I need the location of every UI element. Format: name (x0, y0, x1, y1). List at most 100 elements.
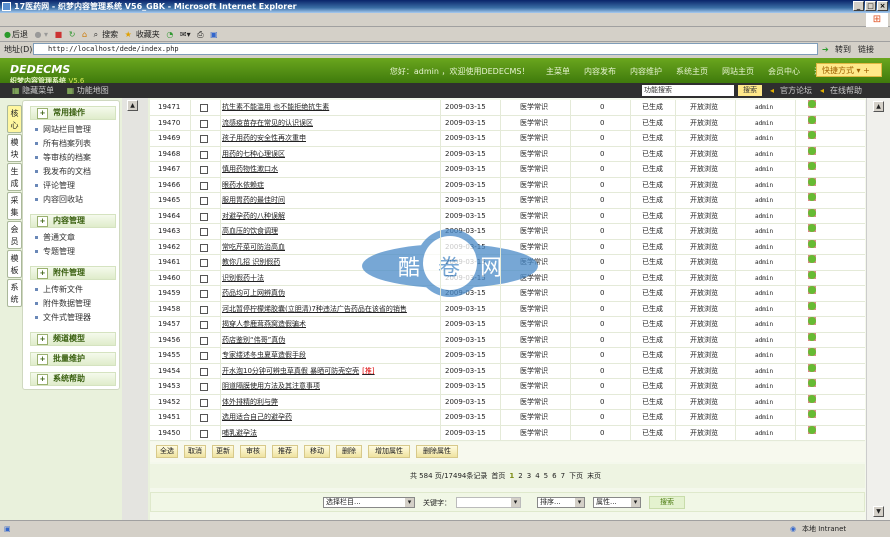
page-5[interactable]: 5 (544, 472, 548, 480)
row-title-link[interactable]: 体外排精的利与弊 (222, 395, 278, 410)
preview-icon[interactable] (808, 115, 816, 124)
page-next[interactable]: 下页 (569, 472, 583, 480)
search-submit-button[interactable]: 搜索 (649, 496, 685, 509)
row-checkbox[interactable] (200, 352, 208, 360)
preview-icon[interactable] (808, 239, 816, 248)
preview-icon[interactable] (808, 301, 816, 310)
preview-icon[interactable] (808, 332, 816, 341)
title-text[interactable]: 揭穿人参鹿茸燕窝造假骗术 (222, 320, 306, 328)
row-title-link[interactable]: 教你几招 识别假药 (222, 255, 280, 270)
close-button[interactable]: × (877, 1, 888, 11)
stop-icon[interactable]: ■ (55, 30, 63, 39)
row-checkbox[interactable] (200, 414, 208, 422)
row-title-link[interactable]: 哺乳避孕法 (222, 426, 257, 441)
row-checkbox[interactable] (200, 212, 208, 221)
row-checkbox[interactable] (200, 166, 208, 174)
action-button-6[interactable]: 删除 (336, 445, 362, 458)
back-icon[interactable]: ● (4, 30, 11, 39)
forward-icon[interactable]: ● ▾ (35, 30, 49, 39)
page-6[interactable]: 6 (552, 472, 556, 480)
row-title-link[interactable]: 高血压的饮食调理 (222, 224, 278, 239)
row-title-link[interactable]: 药店鉴别“伟哥”真伪 (222, 333, 285, 348)
title-text[interactable]: 眼药水依赖症 (222, 181, 264, 189)
preview-icon[interactable] (808, 286, 816, 294)
row-checkbox[interactable] (200, 336, 208, 345)
row-checkbox[interactable] (200, 290, 208, 298)
nav-main-menu[interactable]: 主菜单 (546, 67, 570, 76)
scroll-up-arrow[interactable]: ▲ (127, 100, 138, 111)
preview-icon[interactable] (808, 425, 816, 434)
menu-group-1[interactable]: 内容管理 (30, 214, 116, 228)
forum-link[interactable]: 官方论坛 (780, 83, 812, 98)
title-text[interactable]: 阴道隔膜使用方法及其注意事项 (222, 382, 320, 390)
row-title-link[interactable]: 药品均可上网辨真伪 (222, 286, 285, 301)
title-text[interactable]: 体外排精的利与弊 (222, 398, 278, 406)
title-text[interactable]: 药品均可上网辨真伪 (222, 289, 285, 297)
title-text[interactable]: 选用适合自己的避孕药 (222, 413, 292, 421)
title-text[interactable]: 服用胃药的最佳时间 (222, 196, 285, 204)
function-search-button[interactable]: 搜索 (738, 85, 762, 96)
row-checkbox[interactable] (200, 135, 208, 143)
row-title-link[interactable]: 河北暂停柠檬烯胶囊(立胆清)7种违法广告药品在该省的销售 (222, 302, 407, 317)
title-text[interactable]: 慎用药物性漱口水 (222, 165, 278, 173)
minimize-button[interactable]: _ (853, 1, 864, 11)
scroll-down-button[interactable]: ▼ (873, 506, 884, 517)
nav-site-home[interactable]: 网站主页 (722, 67, 754, 76)
menu-item[interactable]: 上传新文件 (35, 284, 83, 295)
func-map-button[interactable]: 功能地图 (77, 86, 109, 95)
row-title-link[interactable]: 孩子用药的安全性再次重申 (222, 131, 306, 146)
nav-member[interactable]: 会员中心 (768, 67, 800, 76)
menu-item[interactable]: 评论管理 (35, 180, 75, 191)
row-checkbox[interactable] (200, 383, 208, 391)
row-title-link[interactable]: 开水泡10分钟可辨虫草真假 暴晒可防壳空壳 [推] (222, 364, 375, 379)
print-icon[interactable]: ⎙ (197, 30, 203, 39)
row-title-link[interactable]: 识别假药十法 (222, 271, 264, 286)
page-1[interactable]: 1 (509, 472, 514, 480)
hide-menu-button[interactable]: 隐藏菜单 (22, 86, 54, 95)
row-title-link[interactable]: 阴道隔膜使用方法及其注意事项 (222, 379, 320, 394)
page-2[interactable]: 2 (518, 472, 522, 480)
maximize-button[interactable]: □ (865, 1, 876, 11)
row-checkbox[interactable] (200, 150, 208, 159)
row-checkbox[interactable] (200, 228, 208, 236)
row-title-link[interactable]: 专家缕述冬虫夏草造假手段 (222, 348, 306, 363)
preview-icon[interactable] (808, 363, 816, 372)
title-text[interactable]: 常吃芹菜可防治高血 (222, 243, 285, 251)
preview-icon[interactable] (808, 146, 816, 155)
title-text[interactable]: 高血压的饮食调理 (222, 227, 278, 235)
action-button-1[interactable]: 取消 (184, 445, 206, 458)
row-title-link[interactable]: 眼药水依赖症 (222, 178, 264, 193)
preview-icon[interactable] (808, 193, 816, 201)
links-button[interactable]: 链接 (858, 42, 874, 57)
title-text[interactable]: 专家缕述冬虫夏草造假手段 (222, 351, 306, 359)
nav-publish[interactable]: 内容发布 (584, 67, 616, 76)
tab-5[interactable]: 模板 (7, 250, 22, 278)
preview-icon[interactable] (808, 317, 816, 325)
title-text[interactable]: 用药的七种心理误区 (222, 150, 285, 158)
go-button[interactable]: 转到 (835, 42, 851, 57)
menu-item[interactable]: 等审核的档案 (35, 152, 91, 163)
action-button-4[interactable]: 推荐 (272, 445, 298, 458)
preview-icon[interactable] (808, 379, 816, 387)
page-3[interactable]: 3 (527, 472, 531, 480)
menu-item[interactable]: 网站栏目管理 (35, 124, 91, 135)
history-icon[interactable]: ◔ (166, 30, 173, 39)
row-checkbox[interactable] (200, 104, 208, 112)
tab-2[interactable]: 生成 (7, 163, 22, 191)
row-title-link[interactable]: 服用胃药的最佳时间 (222, 193, 285, 208)
menu-group-4[interactable]: 批量维护 (30, 352, 116, 366)
tab-6[interactable]: 系统 (7, 279, 22, 307)
menu-item[interactable]: 内容回收站 (35, 194, 83, 205)
action-button-0[interactable]: 全选 (156, 445, 178, 458)
action-button-5[interactable]: 移动 (304, 445, 330, 458)
row-title-link[interactable]: 选用适合自己的避孕药 (222, 410, 292, 425)
order-select[interactable]: 排序... (537, 497, 585, 508)
nav-system-home[interactable]: 系统主页 (676, 67, 708, 76)
row-checkbox[interactable] (200, 321, 208, 329)
row-checkbox[interactable] (200, 197, 208, 205)
row-checkbox[interactable] (200, 367, 208, 376)
tab-4[interactable]: 会员 (7, 221, 22, 249)
menu-item[interactable]: 附件数据管理 (35, 298, 91, 309)
preview-icon[interactable] (808, 208, 816, 217)
row-checkbox[interactable] (200, 119, 208, 128)
